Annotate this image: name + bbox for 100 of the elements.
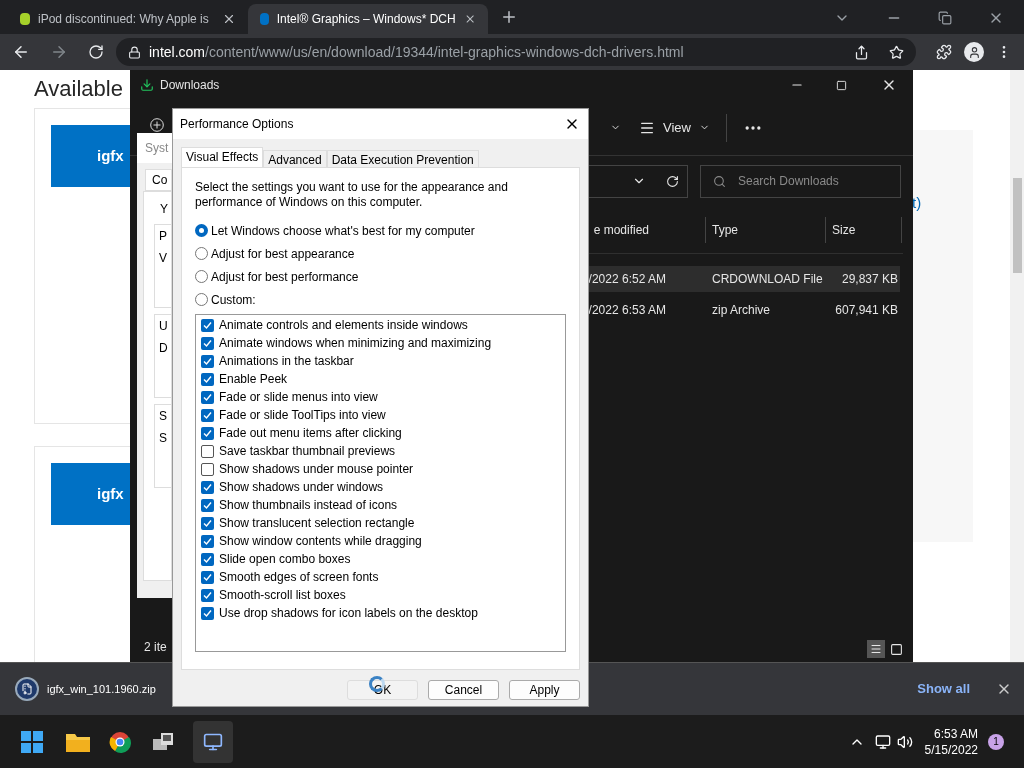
checkbox-label: Show translucent selection rectangle bbox=[219, 515, 415, 532]
checkbox-label: Show window contents while dragging bbox=[219, 533, 422, 550]
url-text: intel.com/content/www/us/en/download/19344/intel-graphics-windows-dch-drivers.html bbox=[149, 42, 685, 62]
view-button[interactable]: View bbox=[663, 117, 691, 138]
checkbox[interactable] bbox=[201, 570, 214, 584]
person-icon bbox=[967, 45, 981, 59]
tab-favicon-icon bbox=[20, 13, 30, 25]
checkbox[interactable] bbox=[201, 318, 214, 332]
new-tab-icon[interactable] bbox=[500, 8, 518, 26]
checkbox[interactable] bbox=[201, 444, 214, 458]
tab-title: Intel® Graphics – Windows* DCH bbox=[276, 11, 456, 28]
dialog-button[interactable]: Cancel bbox=[428, 680, 499, 700]
checkbox-label: Smooth edges of screen fonts bbox=[219, 569, 379, 586]
tab-favicon-icon bbox=[260, 13, 269, 25]
side-link[interactable]: t) bbox=[912, 192, 922, 215]
checkbox-label: Fade or slide ToolTips into view bbox=[219, 407, 386, 424]
show-all-link[interactable]: Show all bbox=[917, 679, 970, 699]
checkbox[interactable] bbox=[201, 588, 214, 602]
back-icon[interactable] bbox=[12, 43, 30, 61]
browser-tab[interactable]: iPod discontinued: Why Apple is bbox=[8, 4, 248, 34]
computer-icon[interactable] bbox=[151, 730, 175, 753]
download-icon bbox=[140, 78, 154, 92]
intro-text: Y bbox=[159, 202, 168, 216]
new-icon[interactable] bbox=[150, 118, 164, 132]
bookmark-star-icon[interactable] bbox=[889, 44, 904, 60]
archive-icon bbox=[21, 683, 33, 695]
dialog-title: Performance Options bbox=[180, 116, 294, 133]
search-icon bbox=[713, 174, 726, 188]
maximize-icon[interactable] bbox=[836, 79, 847, 91]
tab-title: iPod discontinued: Why Apple is bbox=[38, 11, 210, 28]
chrome-icon[interactable] bbox=[109, 730, 131, 753]
forward-icon[interactable] bbox=[50, 43, 68, 61]
checkbox-label: Fade out menu items after clicking bbox=[219, 425, 402, 442]
system-taskbar-button[interactable] bbox=[193, 720, 233, 763]
page-heading: Available bbox=[34, 75, 123, 103]
dialog-tab[interactable]: Data Execution Prevention bbox=[326, 150, 479, 167]
checkbox-label: Smooth-scroll list boxes bbox=[219, 587, 346, 604]
notification-badge[interactable]: 1 bbox=[988, 733, 1004, 750]
radio-button[interactable] bbox=[195, 293, 208, 306]
radio-button[interactable] bbox=[195, 247, 208, 260]
radio-button[interactable] bbox=[195, 270, 208, 283]
window-title: Downloads bbox=[160, 77, 220, 94]
tiles-view-icon[interactable] bbox=[889, 642, 903, 656]
group-title: U bbox=[159, 318, 169, 335]
checkbox[interactable] bbox=[201, 480, 214, 494]
column-header[interactable]: Size bbox=[826, 216, 902, 243]
share-icon[interactable] bbox=[854, 44, 869, 60]
dialog-tab[interactable]: Advanced bbox=[263, 150, 327, 167]
column-header[interactable]: Type bbox=[706, 216, 826, 243]
radio-button[interactable] bbox=[195, 224, 208, 237]
size-cell-text: 607,941 KB bbox=[834, 302, 899, 319]
scrollbar[interactable] bbox=[1010, 70, 1024, 662]
lock-icon bbox=[128, 45, 141, 59]
refresh-icon[interactable] bbox=[666, 174, 679, 188]
size-cell-text: 29,837 KB bbox=[840, 271, 899, 288]
checkbox[interactable] bbox=[201, 336, 214, 350]
radio-label: Custom: bbox=[211, 291, 256, 309]
checkbox[interactable] bbox=[201, 408, 214, 422]
date-modified-cell-text: /2022 6:53 AM bbox=[587, 302, 667, 319]
checkbox[interactable] bbox=[201, 390, 214, 404]
status-text: 2 ite bbox=[144, 639, 167, 656]
download-button[interactable]: igfx bbox=[51, 125, 130, 187]
checkbox[interactable] bbox=[201, 354, 214, 368]
search-field[interactable]: Search Downloads bbox=[700, 164, 901, 198]
details-view-button[interactable] bbox=[867, 640, 885, 658]
dialog-button[interactable]: Apply bbox=[509, 680, 580, 700]
checkbox-label: Show shadows under mouse pointer bbox=[219, 461, 414, 478]
reload-icon[interactable] bbox=[88, 44, 104, 60]
address-field[interactable]: intel.com/content/www/us/en/download/19344/intel-graphics-windows-dch-drivers.html bbox=[116, 38, 916, 66]
group-title: S bbox=[159, 408, 168, 425]
radio-label: Adjust for best performance bbox=[211, 268, 359, 286]
clock-time[interactable]: 6:53 AM bbox=[933, 725, 978, 742]
radio-label: Let Windows choose what's best for my computer bbox=[211, 222, 475, 240]
monitor-icon bbox=[203, 731, 223, 752]
checkbox-label: Use drop shadows for icon labels on the desktop bbox=[219, 605, 478, 622]
search-placeholder: Search Downloads bbox=[738, 173, 839, 190]
group-title: P bbox=[159, 228, 168, 245]
checkbox-label: Show shadows under windows bbox=[219, 479, 384, 496]
browser-tab[interactable]: Intel® Graphics – Windows* DCH bbox=[248, 4, 488, 34]
profile-avatar[interactable] bbox=[964, 42, 984, 62]
volume-icon[interactable] bbox=[896, 733, 913, 750]
checkbox[interactable] bbox=[201, 426, 214, 440]
checkbox[interactable] bbox=[201, 606, 214, 620]
close-icon[interactable] bbox=[222, 12, 236, 26]
checkbox[interactable] bbox=[201, 534, 214, 548]
checkbox[interactable] bbox=[201, 372, 214, 386]
checkbox[interactable] bbox=[201, 462, 214, 476]
network-icon[interactable] bbox=[874, 733, 891, 750]
checkbox[interactable] bbox=[201, 516, 214, 530]
group-text: V bbox=[159, 250, 168, 267]
download-button[interactable]: igfx bbox=[51, 463, 130, 525]
extensions-icon[interactable] bbox=[936, 44, 952, 60]
start-icon[interactable] bbox=[21, 730, 43, 753]
dialog-tab[interactable]: Visual Effects bbox=[181, 147, 264, 167]
checkbox-label: Slide open combo boxes bbox=[219, 551, 351, 568]
download-file-name[interactable]: igfx_win_101.1960.zip bbox=[47, 680, 156, 698]
restore-icon[interactable] bbox=[938, 11, 952, 25]
clock-date[interactable]: 5/15/2022 bbox=[924, 741, 978, 758]
checkbox[interactable] bbox=[201, 552, 214, 566]
checkbox[interactable] bbox=[201, 498, 214, 512]
